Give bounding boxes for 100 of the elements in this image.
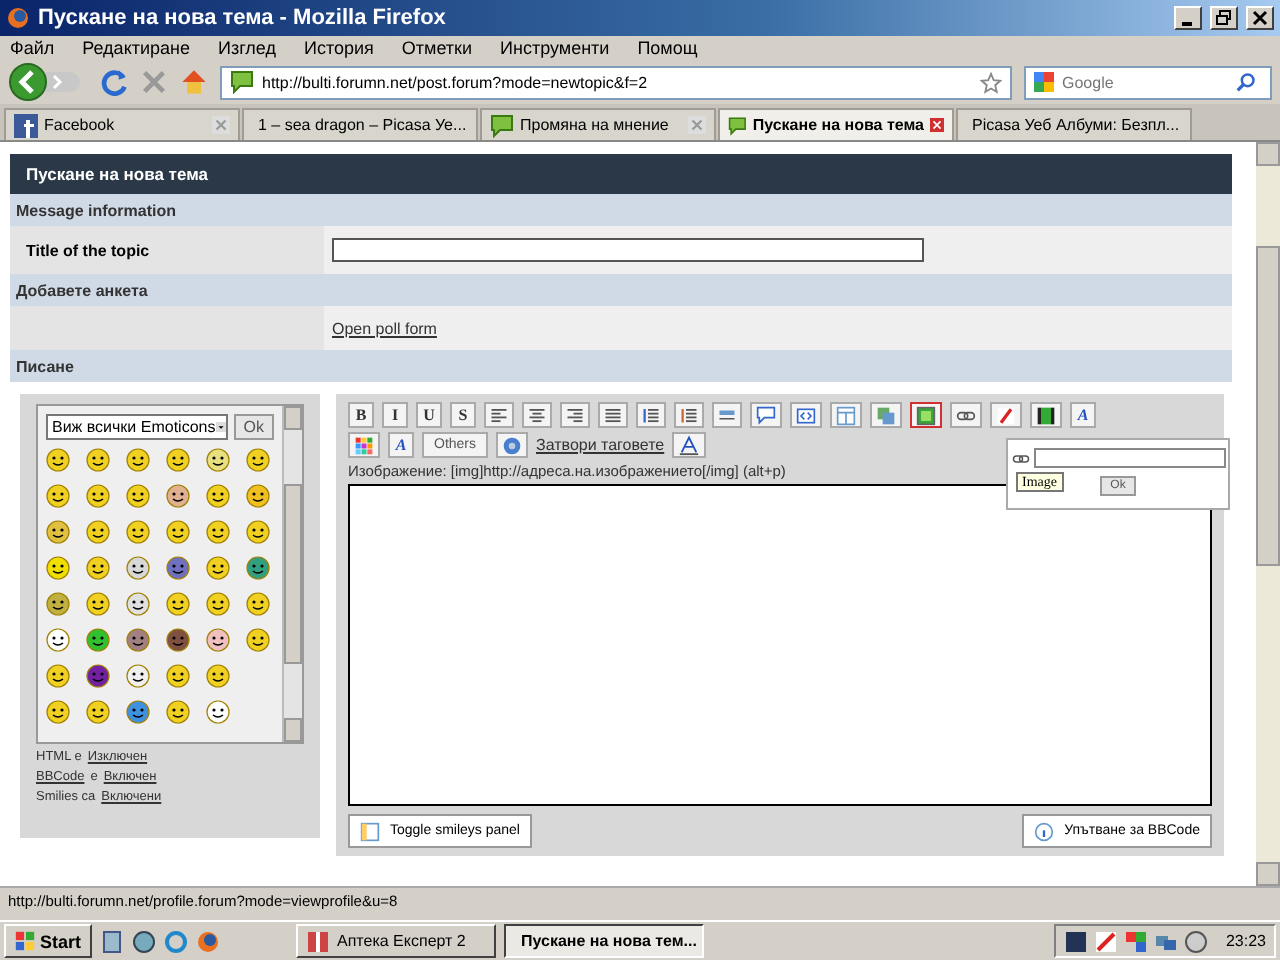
- close-icon[interactable]: [929, 116, 944, 134]
- menu-item[interactable]: Файл: [10, 38, 55, 58]
- smiley-icon[interactable]: [46, 664, 70, 688]
- smiley-icon[interactable]: [246, 520, 270, 544]
- emoticons-dropdown[interactable]: Виж всички Emoticons: [46, 414, 228, 440]
- notepad-icon[interactable]: [99, 929, 124, 953]
- smiley-icon[interactable]: [166, 556, 190, 580]
- smiley-icon[interactable]: [86, 592, 110, 616]
- smiley-icon[interactable]: [166, 592, 190, 616]
- smiley-icon[interactable]: [46, 520, 70, 544]
- smiley-icon[interactable]: [206, 556, 230, 580]
- smiley-icon[interactable]: [166, 664, 190, 688]
- smiley-icon[interactable]: [126, 520, 150, 544]
- image-url-input[interactable]: [1033, 448, 1225, 468]
- tray-app-icon[interactable]: [1063, 929, 1088, 953]
- toolbar-button[interactable]: [636, 402, 666, 428]
- smiley-icon[interactable]: [126, 592, 150, 616]
- url-text: http://bulti.forumn.net/post.forum?mode=newtopic&f=2: [262, 73, 650, 91]
- smiley-icon[interactable]: [46, 592, 70, 616]
- smiley-icon[interactable]: [206, 592, 230, 616]
- smiley-icon[interactable]: [126, 556, 150, 580]
- smiley-icon[interactable]: [206, 664, 230, 688]
- menu-item[interactable]: Инструменти: [500, 38, 610, 58]
- start-button[interactable]: Start: [4, 924, 92, 958]
- smiley-icon[interactable]: [86, 664, 110, 688]
- smiley-icon[interactable]: [86, 628, 110, 652]
- smiley-icon[interactable]: [86, 484, 110, 508]
- toolbar-button[interactable]: [1030, 402, 1062, 428]
- menu-item[interactable]: История: [304, 38, 374, 58]
- smiley-icon[interactable]: [126, 700, 150, 724]
- toolbar-button[interactable]: [674, 402, 704, 428]
- smiley-icon[interactable]: [126, 484, 150, 508]
- smiley-icon[interactable]: [126, 628, 150, 652]
- smiley-icon[interactable]: [86, 700, 110, 724]
- toolbar-button[interactable]: [484, 402, 514, 428]
- format-button[interactable]: B: [348, 402, 374, 428]
- smiley-icon[interactable]: [86, 448, 110, 472]
- restore-button[interactable]: [1210, 6, 1238, 30]
- smiley-icon[interactable]: [46, 448, 70, 472]
- smiley-icon[interactable]: [46, 484, 70, 508]
- toolbar-button[interactable]: [950, 402, 982, 428]
- taskbar-button[interactable]: Пускане на нова тем...: [503, 924, 704, 958]
- browser-tab[interactable]: Picasa Уеб Албуми: Безпл...: [956, 108, 1192, 140]
- home-icon[interactable]: [180, 68, 208, 96]
- smiley-icon[interactable]: [126, 664, 150, 688]
- scrollbar[interactable]: [282, 406, 302, 742]
- format-button[interactable]: A: [1070, 402, 1096, 428]
- reload-icon[interactable]: [100, 68, 128, 96]
- address-field[interactable]: http://bulti.forumn.net/post.forum?mode=newtopic&f=2: [220, 65, 1012, 99]
- toolbar-button[interactable]: [672, 432, 707, 458]
- poll-form-link[interactable]: Open poll form: [332, 319, 437, 337]
- browser-tab[interactable]: 1 – sea dragon – Picasa Уе...: [242, 108, 478, 140]
- taskbar-button[interactable]: Аптека Експерт 2: [295, 924, 496, 958]
- smiley-icon[interactable]: [206, 448, 230, 472]
- menu-item[interactable]: Помощ: [637, 38, 698, 58]
- format-button[interactable]: S: [450, 402, 476, 428]
- smiley-icon[interactable]: [126, 448, 150, 472]
- search-field[interactable]: Google: [1024, 65, 1272, 99]
- smiley-icon[interactable]: [246, 484, 270, 508]
- toolbar-button[interactable]: [522, 402, 552, 428]
- close-button[interactable]: [1246, 6, 1274, 30]
- toolbar-button[interactable]: [560, 402, 590, 428]
- smiley-icon[interactable]: [46, 628, 70, 652]
- menu-item[interactable]: Редактиране: [82, 38, 190, 58]
- toolbar-button[interactable]: [598, 402, 628, 428]
- smiley-icon[interactable]: [246, 592, 270, 616]
- smiley-icon[interactable]: [206, 520, 230, 544]
- smiley-icon[interactable]: [46, 556, 70, 580]
- smiley-icon[interactable]: [86, 556, 110, 580]
- smiley-icon[interactable]: [166, 628, 190, 652]
- smiley-icon[interactable]: [86, 520, 110, 544]
- smiley-icon[interactable]: [246, 448, 270, 472]
- scrollbar[interactable]: [1256, 142, 1280, 886]
- firefox-icon[interactable]: [195, 929, 220, 953]
- format-button[interactable]: U: [416, 402, 442, 428]
- smiley-icon[interactable]: [166, 700, 190, 724]
- smiley-icon[interactable]: [166, 520, 190, 544]
- smiley-icon[interactable]: [246, 556, 270, 580]
- close-tags-link[interactable]: Затвори таговете: [536, 436, 665, 454]
- minimize-button[interactable]: [1174, 6, 1202, 30]
- ok-button[interactable]: Ok: [233, 414, 274, 440]
- menu-item[interactable]: Изглед: [218, 38, 276, 58]
- smiley-icon[interactable]: [206, 700, 230, 724]
- window-title: Пускане на нова тема - Mozilla Firefox: [38, 6, 448, 30]
- book-icon: [305, 929, 330, 953]
- browser-tab[interactable]: Пускане на нова тема: [718, 108, 954, 140]
- browser-tab[interactable]: Facebook: [4, 108, 240, 140]
- format-button[interactable]: A: [388, 432, 414, 458]
- smiley-icon[interactable]: [206, 628, 230, 652]
- smiley-icon[interactable]: [46, 700, 70, 724]
- topic-title-input[interactable]: [332, 238, 924, 262]
- pdf-icon[interactable]: [1093, 929, 1118, 953]
- smiley-icon[interactable]: [166, 448, 190, 472]
- menu-item[interactable]: Отметки: [401, 38, 473, 58]
- smiley-icon[interactable]: [166, 484, 190, 508]
- smiley-icon[interactable]: [246, 628, 270, 652]
- color-squares-icon[interactable]: [1123, 929, 1148, 953]
- format-button[interactable]: I: [382, 402, 408, 428]
- browser-tab[interactable]: Промяна на мнение: [480, 108, 716, 140]
- smiley-icon[interactable]: [206, 484, 230, 508]
